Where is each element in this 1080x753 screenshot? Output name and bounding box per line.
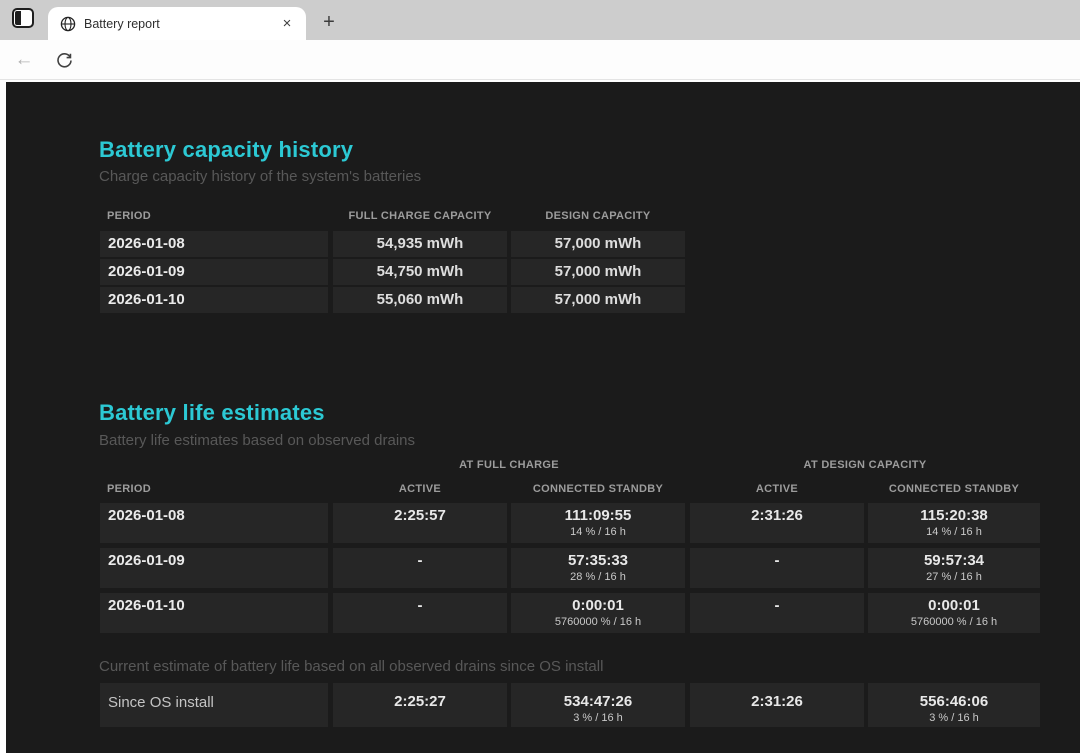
design-capacity-cell: 57,000 mWh <box>511 231 685 257</box>
standby-time: 115:20:38 <box>868 503 1040 526</box>
os-install-label: Since OS install <box>100 683 328 727</box>
browser-toolbar: ← File C:/Users/iii/battery-report.html <box>0 40 1080 80</box>
life-table-row: 2026-01-08 2:25:57 111:09:55 14 % / 16 h… <box>100 503 1040 543</box>
globe-icon <box>60 16 76 32</box>
refresh-icon <box>56 52 73 69</box>
standby-rate: 28 % / 16 h <box>511 571 685 584</box>
period-cell: 2026-01-10 <box>100 287 328 313</box>
life-header-dc-standby: CONNECTED STANDBY <box>868 483 1040 495</box>
close-icon[interactable]: × <box>278 15 296 33</box>
back-button[interactable]: ← <box>8 44 40 76</box>
life-table-header: PERIOD ACTIVE CONNECTED STANDBY ACTIVE C… <box>100 483 1040 497</box>
standby-rate: 5760000 % / 16 h <box>511 616 685 629</box>
standby-time: 59:57:34 <box>868 548 1040 571</box>
dc-active-cell: - <box>690 593 864 633</box>
capacity-section-title: Battery capacity history <box>99 137 353 163</box>
dc-active-cell: 2:31:26 <box>690 503 864 543</box>
dc-standby-cell: 115:20:38 14 % / 16 h <box>868 503 1040 543</box>
standby-rate: 3 % / 16 h <box>868 712 1040 725</box>
tab-strip: Battery report × + <box>0 0 1080 40</box>
dc-active-cell: 2:31:26 <box>690 683 864 727</box>
fc-standby-cell: 0:00:01 5760000 % / 16 h <box>511 593 685 633</box>
life-table-row: 2026-01-09 - 57:35:33 28 % / 16 h - 59:5… <box>100 548 1040 588</box>
standby-time: 111:09:55 <box>511 503 685 526</box>
tab-actions-icon[interactable] <box>12 8 34 28</box>
life-section-title: Battery life estimates <box>99 400 325 426</box>
life-header-fc-standby: CONNECTED STANDBY <box>511 483 685 495</box>
life-table-group-header: AT FULL CHARGE AT DESIGN CAPACITY <box>100 459 1040 473</box>
period-cell: 2026-01-08 <box>100 231 328 257</box>
standby-time: 0:00:01 <box>868 593 1040 616</box>
capacity-section-subtitle: Charge capacity history of the system's … <box>99 168 421 185</box>
full-charge-cell: 55,060 mWh <box>333 287 507 313</box>
capacity-header-full-charge: FULL CHARGE CAPACITY <box>333 210 507 222</box>
design-capacity-cell: 57,000 mWh <box>511 287 685 313</box>
dc-standby-cell: 0:00:01 5760000 % / 16 h <box>868 593 1040 633</box>
browser-tab[interactable]: Battery report × <box>48 7 306 40</box>
fc-active-cell: - <box>333 593 507 633</box>
fc-active-cell: 2:25:27 <box>333 683 507 727</box>
tab-actions-pane <box>15 11 21 25</box>
capacity-header-design: DESIGN CAPACITY <box>511 210 685 222</box>
standby-rate: 14 % / 16 h <box>868 526 1040 539</box>
dc-standby-cell: 59:57:34 27 % / 16 h <box>868 548 1040 588</box>
fc-standby-cell: 534:47:26 3 % / 16 h <box>511 683 685 727</box>
period-cell: 2026-01-09 <box>100 259 328 285</box>
page-area: Battery capacity history Charge capacity… <box>0 80 1080 753</box>
dc-active-cell: - <box>690 548 864 588</box>
period-cell: 2026-01-09 <box>100 548 328 588</box>
standby-time: 57:35:33 <box>511 548 685 571</box>
capacity-table-row: 2026-01-08 54,935 mWh 57,000 mWh <box>100 231 685 257</box>
refresh-button[interactable] <box>48 44 80 76</box>
group-header-full-charge: AT FULL CHARGE <box>333 459 685 471</box>
design-capacity-cell: 57,000 mWh <box>511 259 685 285</box>
capacity-table-row: 2026-01-09 54,750 mWh 57,000 mWh <box>100 259 685 285</box>
standby-rate: 14 % / 16 h <box>511 526 685 539</box>
os-install-caption: Current estimate of battery life based o… <box>99 658 603 675</box>
capacity-header-period: PERIOD <box>107 210 151 222</box>
group-header-design-capacity: AT DESIGN CAPACITY <box>690 459 1040 471</box>
capacity-table-row: 2026-01-10 55,060 mWh 57,000 mWh <box>100 287 685 313</box>
life-section-subtitle: Battery life estimates based on observed… <box>99 432 415 449</box>
life-table-row: 2026-01-10 - 0:00:01 5760000 % / 16 h - … <box>100 593 1040 633</box>
standby-rate: 5760000 % / 16 h <box>868 616 1040 629</box>
new-tab-button[interactable]: + <box>316 10 342 36</box>
tab-title: Battery report <box>84 17 278 31</box>
standby-time: 0:00:01 <box>511 593 685 616</box>
life-header-fc-active: ACTIVE <box>333 483 507 495</box>
capacity-table-header: PERIOD FULL CHARGE CAPACITY DESIGN CAPAC… <box>100 210 685 224</box>
fc-standby-cell: 57:35:33 28 % / 16 h <box>511 548 685 588</box>
period-cell: 2026-01-08 <box>100 503 328 543</box>
full-charge-cell: 54,750 mWh <box>333 259 507 285</box>
fc-standby-cell: 111:09:55 14 % / 16 h <box>511 503 685 543</box>
standby-rate: 27 % / 16 h <box>868 571 1040 584</box>
fc-active-cell: - <box>333 548 507 588</box>
full-charge-cell: 54,935 mWh <box>333 231 507 257</box>
standby-rate: 3 % / 16 h <box>511 712 685 725</box>
dc-standby-cell: 556:46:06 3 % / 16 h <box>868 683 1040 727</box>
os-install-row: Since OS install 2:25:27 534:47:26 3 % /… <box>100 683 1040 727</box>
battery-report-document: Battery capacity history Charge capacity… <box>6 82 1080 753</box>
fc-active-cell: 2:25:57 <box>333 503 507 543</box>
life-header-dc-active: ACTIVE <box>690 483 864 495</box>
life-header-period: PERIOD <box>107 483 151 495</box>
standby-time: 556:46:06 <box>868 689 1040 712</box>
period-cell: 2026-01-10 <box>100 593 328 633</box>
browser-window: Battery report × + ← File C:/Users/iii/b… <box>0 0 1080 753</box>
standby-time: 534:47:26 <box>511 689 685 712</box>
